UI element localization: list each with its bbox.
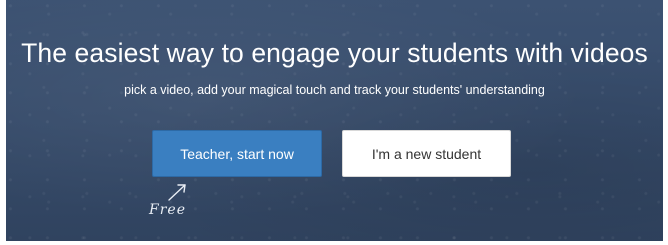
hero-banner: The easiest way to engage your students … — [6, 0, 663, 241]
chalkboard-texture — [6, 0, 663, 241]
new-student-label: I'm a new student — [371, 145, 482, 162]
new-student-button[interactable]: I'm a new student — [342, 130, 511, 177]
hero-subline: pick a video, add your magical touch and… — [124, 83, 545, 97]
hero-headline: The easiest way to engage your students … — [21, 38, 648, 68]
chalk-arrow-icon — [168, 184, 186, 201]
free-annotation: Free — [147, 180, 207, 225]
teacher-start-button[interactable]: Teacher, start now — [152, 130, 322, 177]
free-label: Free — [149, 202, 186, 218]
teacher-start-label: Teacher, start now — [180, 145, 294, 162]
